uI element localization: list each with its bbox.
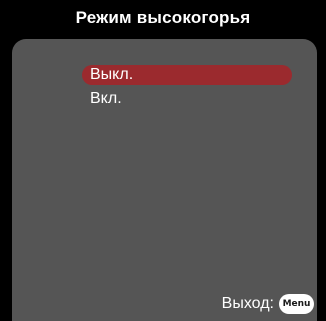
menu-key-icon[interactable]: Menu — [279, 294, 314, 314]
menu-panel: Выкл. Вкл. Выход: Menu — [12, 39, 317, 321]
exit-hint: Выход: Menu — [222, 294, 314, 314]
option-off-label: Выкл. — [90, 66, 134, 83]
menu-title: Режим высокогорья — [75, 8, 251, 27]
exit-label: Выход: — [221, 295, 274, 312]
option-on[interactable]: Вкл. — [82, 89, 292, 109]
option-off[interactable]: Выкл. — [82, 65, 292, 85]
option-on-label: Вкл. — [90, 90, 122, 107]
